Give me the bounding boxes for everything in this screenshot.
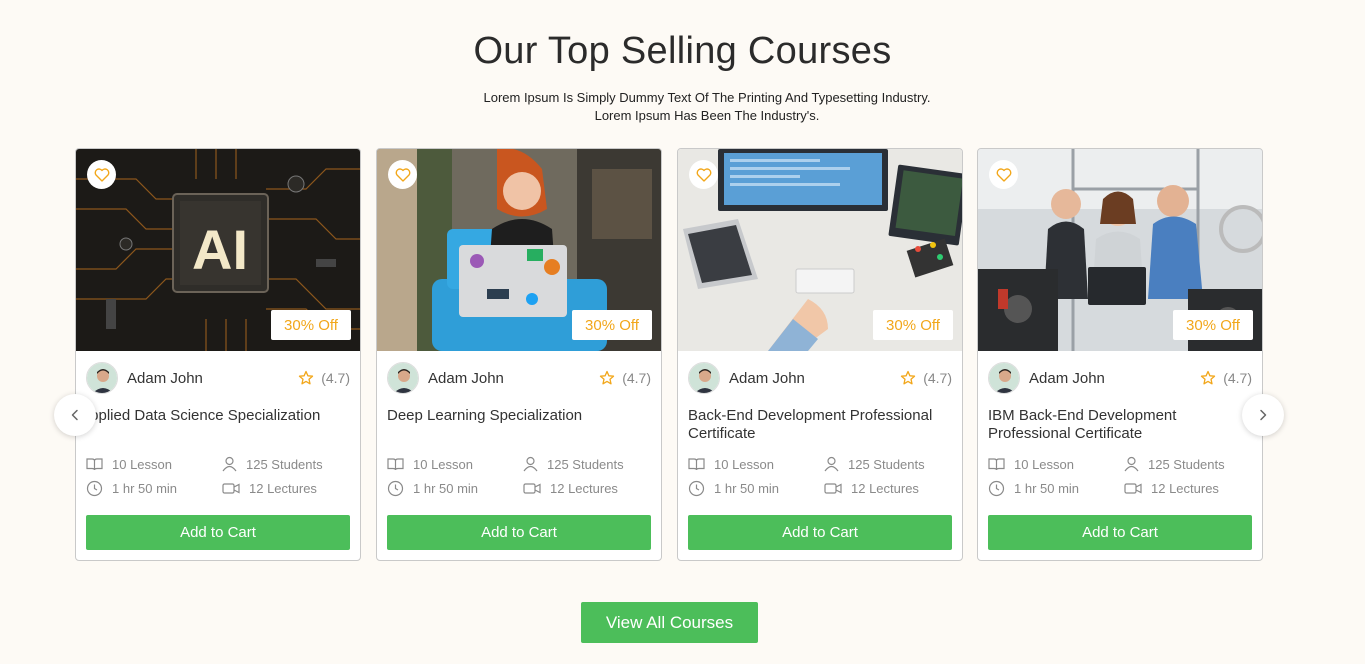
add-to-cart-button[interactable]: Add to Cart <box>988 515 1252 550</box>
rating: (4.7) <box>298 370 350 386</box>
lecture-count: 12 Lectures <box>851 480 919 496</box>
heart-icon <box>395 167 410 182</box>
duration: 1 hr 50 min <box>1014 480 1080 496</box>
user-icon <box>824 456 839 472</box>
lesson-count: 10 Lesson <box>112 456 172 472</box>
student-count: 125 Students <box>848 456 925 472</box>
favorite-button[interactable] <box>87 160 116 189</box>
star-icon <box>299 370 314 385</box>
student-count: 125 Students <box>246 456 323 472</box>
book-icon <box>688 458 705 471</box>
rating-value: (4.7) <box>1223 370 1252 386</box>
add-to-cart-button[interactable]: Add to Cart <box>688 515 952 550</box>
course-title[interactable]: Back-End Development Professional Certif… <box>688 407 952 443</box>
heart-icon <box>696 167 711 182</box>
carousel-prev-button[interactable] <box>54 394 96 436</box>
favorite-button[interactable] <box>989 160 1018 189</box>
lecture-count: 12 Lectures <box>1151 480 1219 496</box>
book-icon <box>86 458 103 471</box>
star-icon <box>600 370 615 385</box>
author-row: Adam John (4.7) <box>988 362 1252 394</box>
discount-badge: 30% Off <box>572 310 652 340</box>
duration: 1 hr 50 min <box>714 480 780 496</box>
course-carousel: AI 30% Off Adam John (4.7) .pplied Data … <box>75 148 1265 561</box>
lesson-count: 10 Lesson <box>714 456 774 472</box>
clock-icon <box>86 480 103 496</box>
ai-chip-image: AI 30% Off <box>76 149 360 351</box>
author-name: Adam John <box>729 369 805 387</box>
favorite-button[interactable] <box>689 160 718 189</box>
heart-icon <box>996 167 1011 182</box>
carousel-next-button[interactable] <box>1242 394 1284 436</box>
avatar <box>86 362 118 394</box>
favorite-button[interactable] <box>388 160 417 189</box>
lesson-count: 10 Lesson <box>1014 456 1074 472</box>
engineers-lab-image: 30% Off <box>978 149 1262 351</box>
video-icon <box>1124 482 1142 494</box>
author-row: Adam John (4.7) <box>387 362 651 394</box>
lesson-count: 10 Lesson <box>413 456 473 472</box>
course-card[interactable]: 30% Off Adam John (4.7) IBM Back-End Dev… <box>977 148 1263 561</box>
author-name: Adam John <box>127 369 203 387</box>
course-card[interactable]: AI 30% Off Adam John (4.7) .pplied Data … <box>75 148 361 561</box>
video-icon <box>523 482 541 494</box>
heart-icon <box>94 167 109 182</box>
lecture-count: 12 Lectures <box>550 480 618 496</box>
section-subtitle: Lorem Ipsum Is Simply Dummy Text Of The … <box>483 90 931 123</box>
rating-value: (4.7) <box>321 370 350 386</box>
duration: 1 hr 50 min <box>413 480 479 496</box>
clock-icon <box>387 480 404 496</box>
section-title: Our Top Selling Courses <box>473 30 892 72</box>
rating: (4.7) <box>1200 370 1252 386</box>
add-to-cart-button[interactable]: Add to Cart <box>86 515 350 550</box>
course-card[interactable]: 30% Off Adam John (4.7) Deep Learning Sp… <box>376 148 662 561</box>
developer-desk-image: 30% Off <box>678 149 962 351</box>
discount-badge: 30% Off <box>1173 310 1253 340</box>
star-icon <box>1201 370 1216 385</box>
avatar <box>988 362 1020 394</box>
book-icon <box>988 458 1005 471</box>
author-name: Adam John <box>1029 369 1105 387</box>
book-icon <box>387 458 404 471</box>
avatar <box>688 362 720 394</box>
course-title[interactable]: .pplied Data Science Specialization <box>86 407 350 425</box>
rating-value: (4.7) <box>622 370 651 386</box>
user-icon <box>523 456 538 472</box>
woman-laptop-image: 30% Off <box>377 149 661 351</box>
user-icon <box>222 456 237 472</box>
rating: (4.7) <box>599 370 651 386</box>
clock-icon <box>688 480 705 496</box>
add-to-cart-button[interactable]: Add to Cart <box>387 515 651 550</box>
student-count: 125 Students <box>1148 456 1225 472</box>
rating: (4.7) <box>900 370 952 386</box>
duration: 1 hr 50 min <box>112 480 178 496</box>
user-icon <box>1124 456 1139 472</box>
author-name: Adam John <box>428 369 504 387</box>
avatar <box>387 362 419 394</box>
clock-icon <box>988 480 1005 496</box>
student-count: 125 Students <box>547 456 624 472</box>
discount-badge: 30% Off <box>271 310 351 340</box>
video-icon <box>222 482 240 494</box>
course-card[interactable]: 30% Off Adam John (4.7) Back-End Develop… <box>677 148 963 561</box>
chevron-right-icon <box>1260 409 1267 421</box>
course-title[interactable]: IBM Back-End Development Professional Ce… <box>988 407 1252 443</box>
chevron-left-icon <box>71 409 78 421</box>
video-icon <box>824 482 842 494</box>
discount-badge: 30% Off <box>873 310 953 340</box>
author-row: Adam John (4.7) <box>86 362 350 394</box>
rating-value: (4.7) <box>923 370 952 386</box>
ai-chip-label: AI <box>192 218 248 281</box>
view-all-courses-button[interactable]: View All Courses <box>581 602 758 643</box>
course-title[interactable]: Deep Learning Specialization <box>387 407 651 425</box>
lecture-count: 12 Lectures <box>249 480 317 496</box>
star-icon <box>901 370 916 385</box>
author-row: Adam John (4.7) <box>688 362 952 394</box>
